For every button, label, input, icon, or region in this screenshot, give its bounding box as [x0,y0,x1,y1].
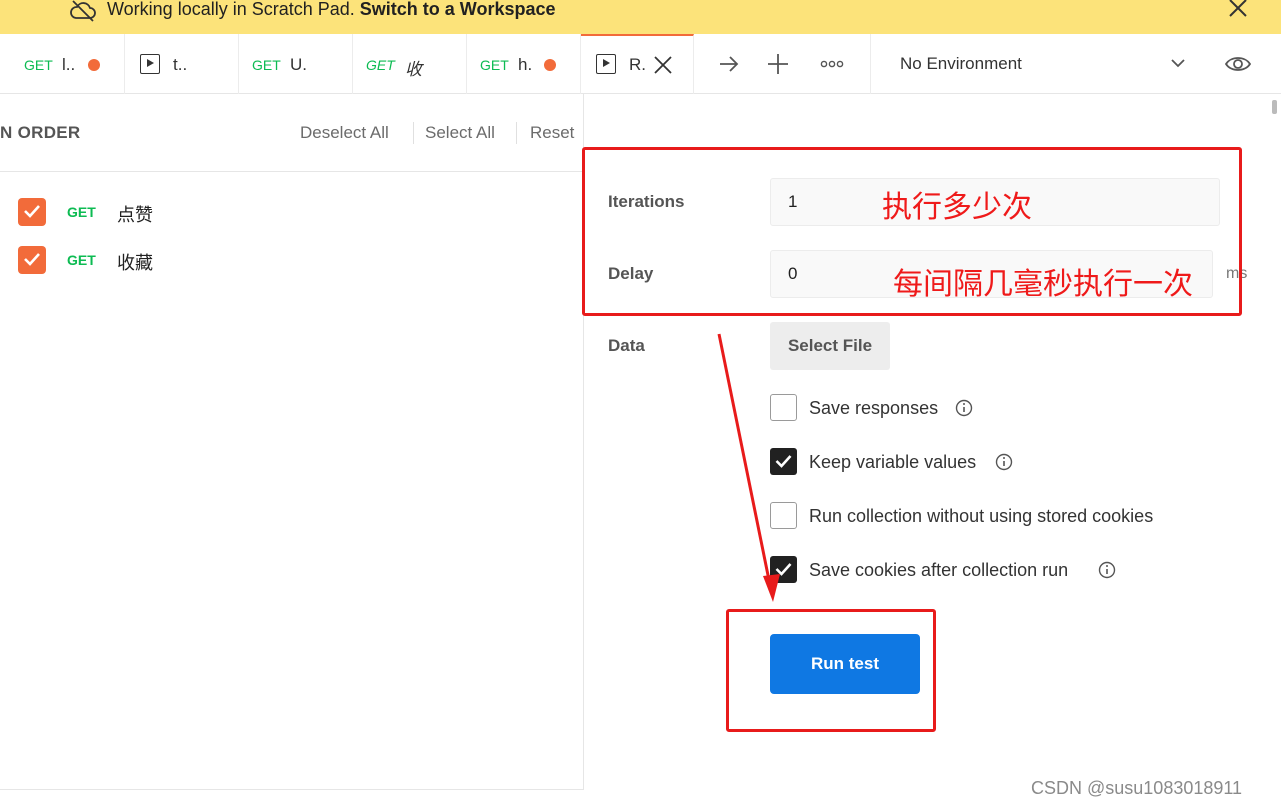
option-label: Keep variable values [809,452,977,472]
tab-request-4[interactable]: GET h. [467,34,581,94]
option-save-responses[interactable]: Save responses [770,394,990,422]
request-row[interactable]: GET 收藏 [0,244,584,284]
option-run-without-cookies[interactable]: Run collection without using stored cook… [770,502,1190,530]
option-save-cookies[interactable]: Save cookies after collection run [770,556,1130,584]
request-checkbox[interactable] [18,246,46,274]
method-label: GET [24,57,53,73]
option-label: Save responses [809,398,939,418]
tab-runner-1[interactable]: t.. [125,34,239,94]
environment-label: No Environment [900,54,1022,73]
request-checkbox[interactable] [18,198,46,226]
tab-label: 收 [405,60,422,79]
run-order-panel: N ORDER Deselect All Select All Reset GE… [0,94,584,790]
deselect-all-button[interactable]: Deselect All [300,123,389,143]
request-name: 点赞 [117,205,153,225]
cloud-off-icon [70,0,96,22]
close-tab-icon[interactable] [654,56,672,74]
tab-label: t.. [173,55,188,74]
reset-button[interactable]: Reset [530,123,574,143]
method-label: GET [366,57,395,73]
divider [413,122,414,144]
iterations-label: Iterations [608,192,685,211]
tab-runner-active[interactable]: R. [581,34,694,94]
watermark: CSDN @susu1083018911 [1031,778,1243,798]
arrow-right-icon[interactable] [716,51,742,77]
tab-label: U. [290,55,307,74]
scratch-pad-banner: Working locally in Scratch Pad. Switch t… [0,0,1281,34]
tab-request-1[interactable]: GET l.. [0,34,125,94]
option-keep-variable-values[interactable]: Keep variable values [770,448,1020,476]
tab-request-2[interactable]: GET U. [239,34,353,94]
run-order-header: N ORDER Deselect All Select All Reset [0,94,584,172]
delay-annotation: 每间隔几毫秒执行一次 [893,267,1193,302]
runner-icon [596,54,616,74]
divider [516,122,517,144]
plus-icon[interactable] [765,51,791,77]
method-label: GET [480,57,509,73]
run-test-button[interactable]: Run test [770,634,920,694]
request-name: 收藏 [117,253,153,273]
tab-label: l.. [62,55,76,74]
iterations-annotation: 执行多少次 [882,190,1032,225]
info-icon[interactable] [995,453,1013,471]
check-icon [24,253,40,266]
switch-workspace-link[interactable]: Switch to a Workspace [360,0,556,19]
annotation-arrow-icon [717,333,780,602]
tab-label: R. [629,55,646,74]
eye-icon[interactable] [1224,51,1252,77]
tab-request-3[interactable]: GET 收 [353,34,467,94]
scrollbar-thumb[interactable] [1272,100,1277,114]
tab-bar: GET l.. t.. GET U. GET 收 GET h. R. No En… [0,34,1281,114]
banner-message: Working locally in Scratch Pad. Switch t… [107,0,556,19]
method-label: GET [252,57,281,73]
run-order-title: N ORDER [0,123,81,142]
method-label: GET [67,204,96,220]
check-icon [24,205,40,218]
method-label: GET [67,252,96,268]
tab-label: h. [518,55,533,74]
data-label: Data [608,336,645,355]
select-all-button[interactable]: Select All [425,123,495,143]
environment-selector[interactable]: No Environment [870,34,1200,94]
info-icon[interactable] [955,399,973,417]
option-label: Run collection without using stored cook… [809,506,1154,526]
unsaved-dot-icon [88,59,100,71]
close-icon[interactable] [1228,0,1248,18]
delay-unit: ms [1226,265,1248,282]
request-row[interactable]: GET 点赞 [0,196,584,236]
chevron-down-icon [1171,59,1185,68]
runner-icon [140,54,160,74]
info-icon[interactable] [1098,561,1116,579]
runner-screen: Working locally in Scratch Pad. Switch t… [0,0,1281,806]
delay-label: Delay [608,264,654,283]
more-icon[interactable] [819,51,845,77]
option-label: Save cookies after collection run [809,560,1069,580]
unsaved-dot-icon [544,59,556,71]
